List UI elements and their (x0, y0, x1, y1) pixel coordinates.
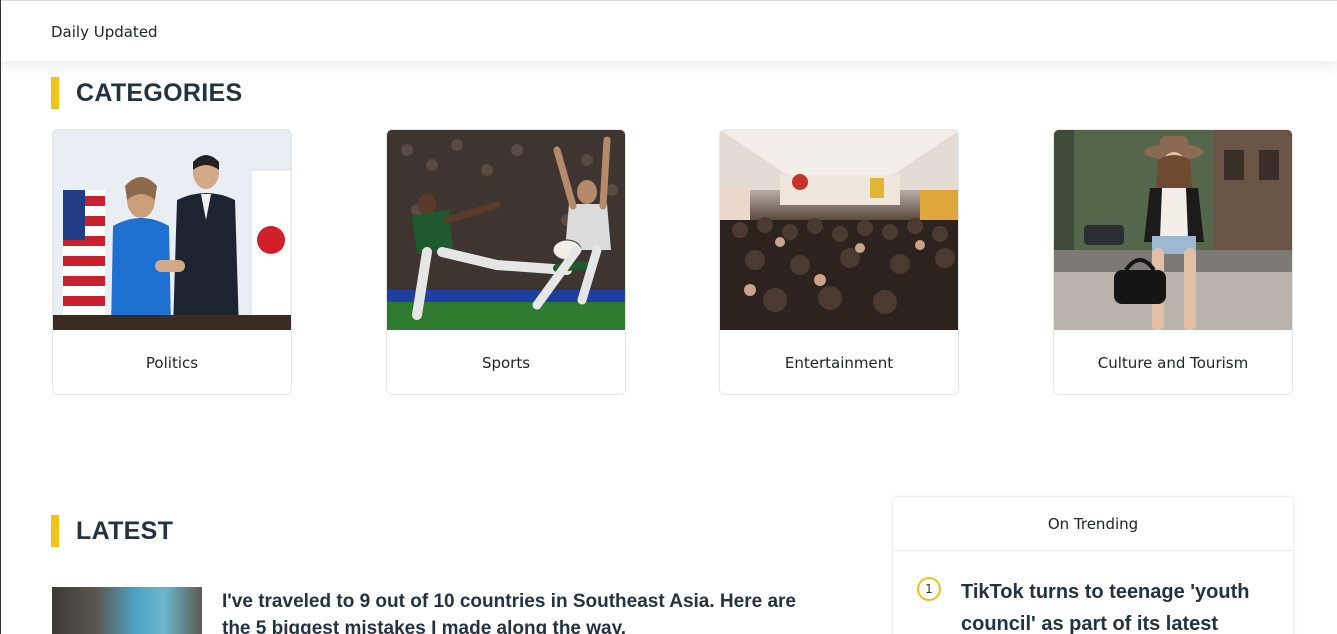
top-bar: Daily Updated (1, 0, 1337, 61)
category-label-culture[interactable]: Culture and Tourism (1054, 330, 1292, 394)
trending-item-headline[interactable]: TikTok turns to teenage 'youth council' … (961, 576, 1271, 634)
sports-image[interactable] (387, 130, 625, 330)
category-card-culture[interactable]: Culture and Tourism (1053, 129, 1293, 395)
entertainment-image[interactable] (720, 130, 958, 330)
trending-panel: On Trending 1 TikTok turns to teenage 'y… (892, 496, 1294, 634)
category-cards: Politics Sports Entertainment Culture an… (52, 129, 1294, 395)
header-tagline: Daily Updated (51, 23, 158, 41)
categories-title: CATEGORIES (76, 78, 243, 107)
culture-image[interactable] (1054, 130, 1292, 330)
category-card-politics[interactable]: Politics (52, 129, 292, 395)
category-label-entertainment[interactable]: Entertainment (720, 330, 958, 394)
category-card-sports[interactable]: Sports (386, 129, 626, 395)
category-label-sports[interactable]: Sports (387, 330, 625, 394)
latest-title: LATEST (76, 516, 174, 545)
trending-rank-badge: 1 (917, 577, 941, 601)
heading-accent-bar (51, 77, 59, 109)
latest-heading: LATEST (51, 515, 173, 547)
category-label-politics[interactable]: Politics (53, 330, 291, 394)
latest-article-thumbnail[interactable] (52, 587, 202, 634)
categories-heading: CATEGORIES (51, 77, 242, 109)
trending-title: On Trending (893, 497, 1293, 551)
latest-article-headline[interactable]: I've traveled to 9 out of 10 countries i… (222, 588, 822, 634)
heading-accent-bar (51, 515, 59, 547)
category-card-entertainment[interactable]: Entertainment (719, 129, 959, 395)
politics-image[interactable] (53, 130, 291, 330)
